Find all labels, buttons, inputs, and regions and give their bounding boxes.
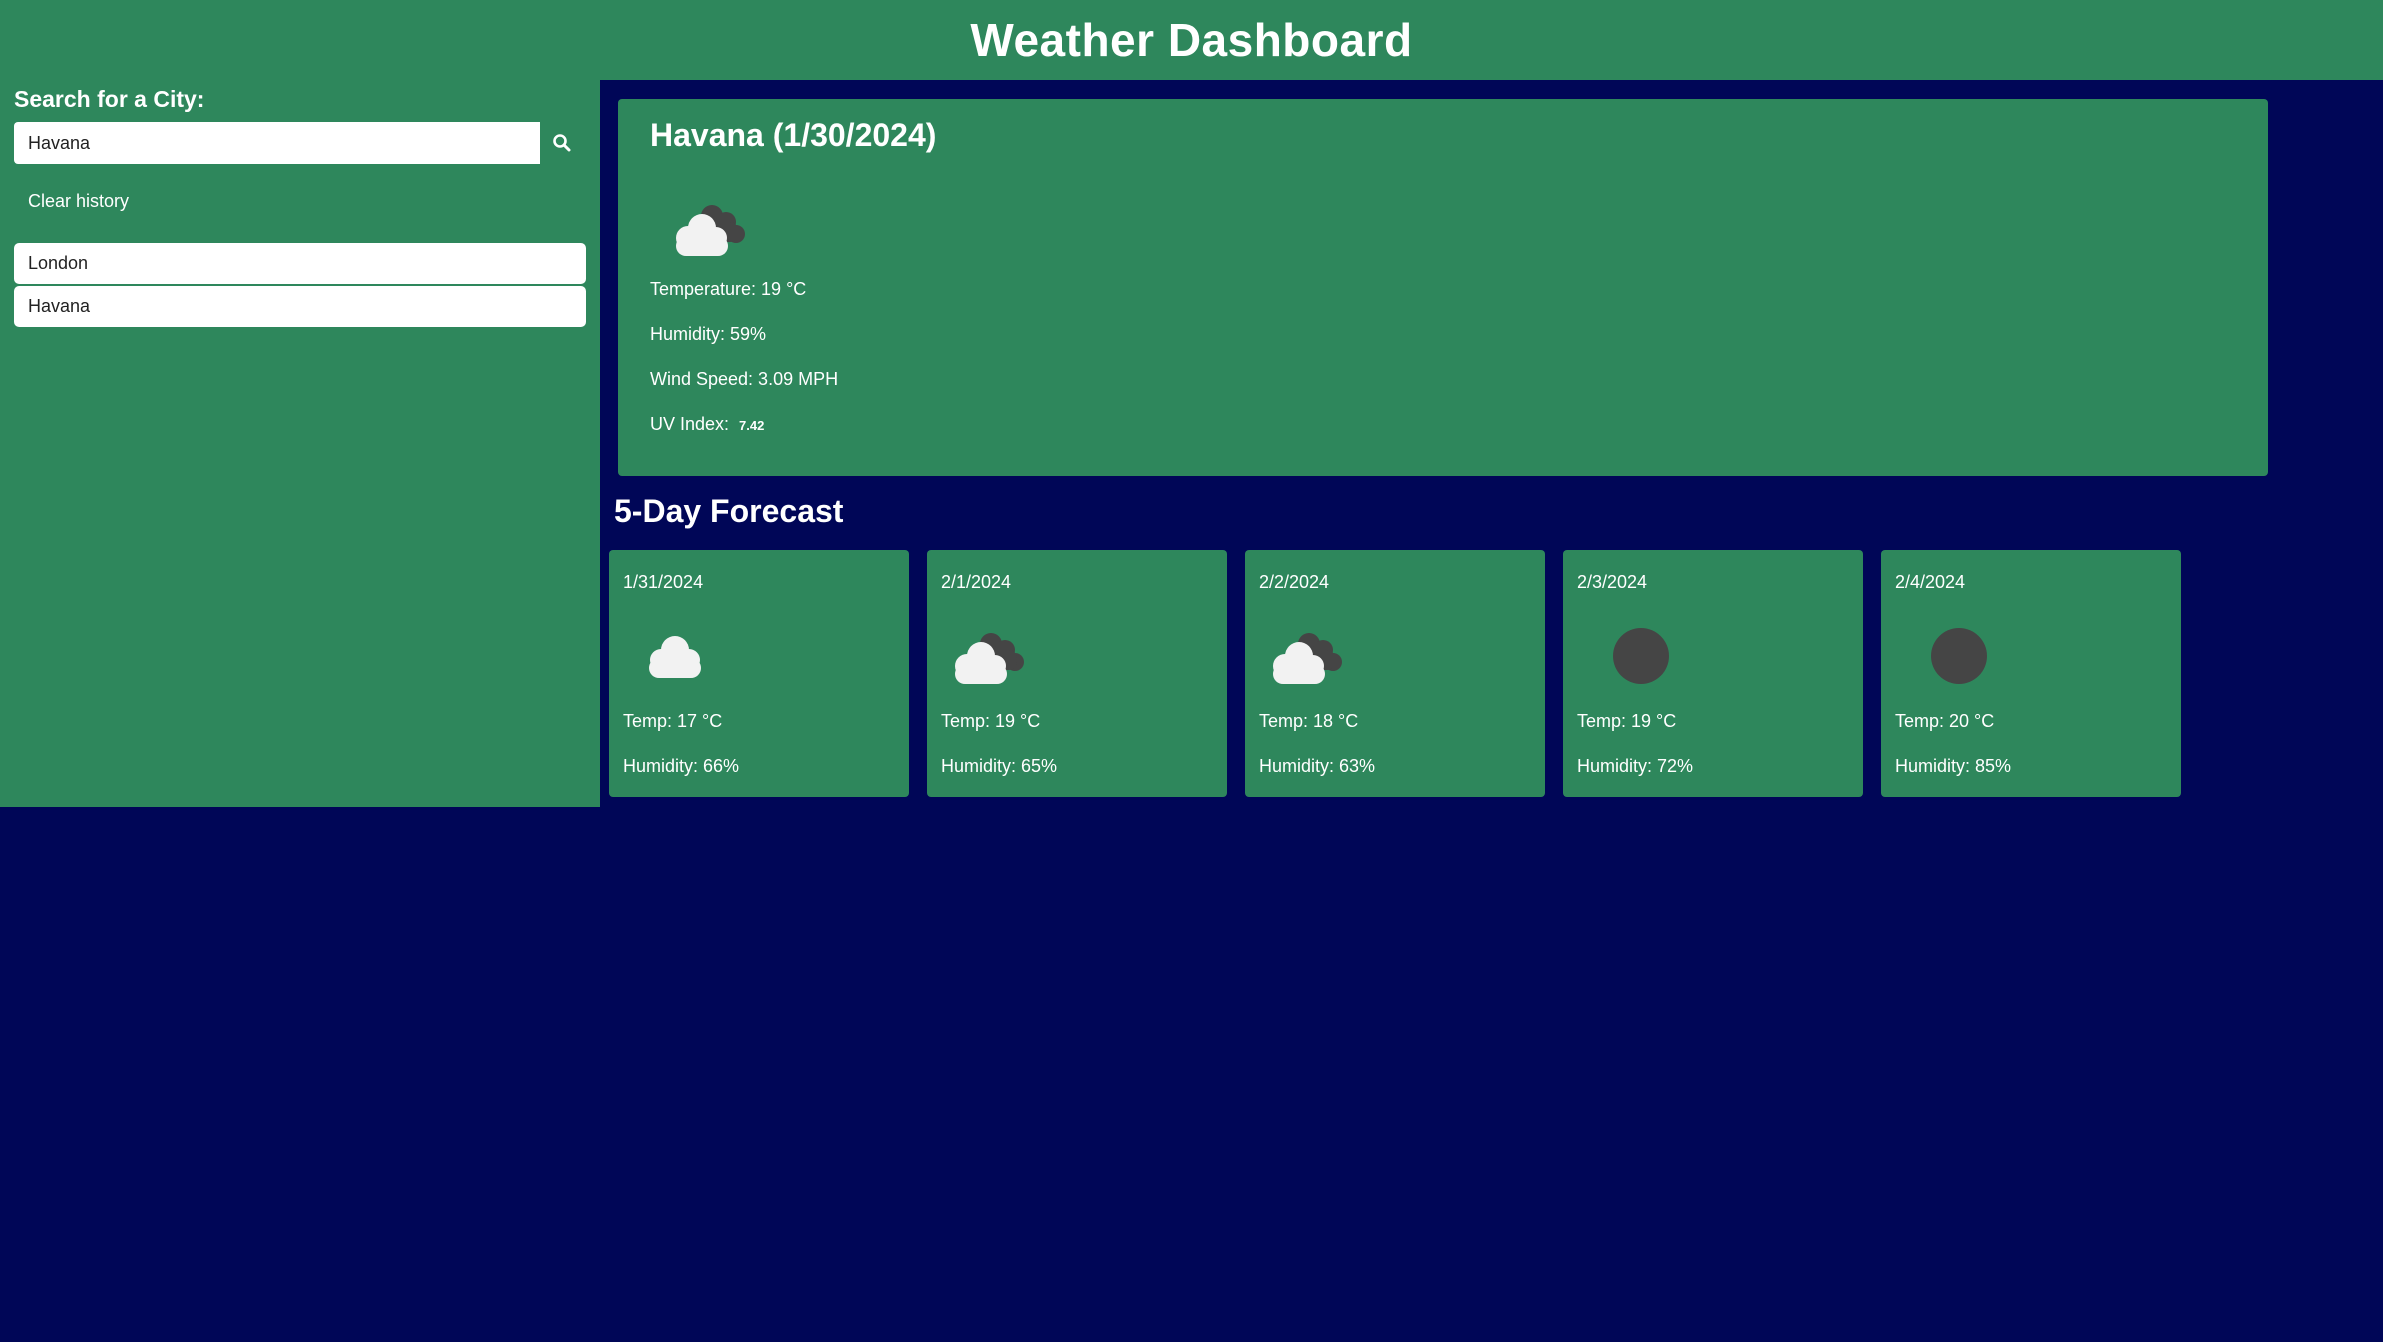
cloud-icon — [649, 636, 701, 678]
uv-index-value: 7.42 — [739, 418, 765, 433]
history-item-london[interactable]: London — [14, 243, 586, 284]
search-input[interactable] — [14, 122, 540, 164]
page-title: Weather Dashboard — [970, 14, 1413, 66]
current-weather-card: Havana (1/30/2024) Temperature: 19 °C Hu… — [618, 99, 2268, 476]
clear-history-button[interactable]: Clear history — [14, 180, 143, 222]
forecast-card: 2/4/2024 Temp: 20 °C Humidity: 85% — [1881, 550, 2181, 797]
uv-index-label: UV Index: — [650, 414, 730, 434]
sidebar: Search for a City: Clear history London … — [0, 80, 600, 807]
current-wind-speed: Wind Speed: 3.09 MPH — [650, 369, 839, 389]
forecast-humidity: Humidity: 72% — [1577, 756, 1694, 776]
forecast-title: 5-Day Forecast — [614, 493, 844, 529]
forecast-date: 2/1/2024 — [941, 572, 1012, 592]
forecast-date: 2/3/2024 — [1577, 572, 1648, 592]
forecast-temp: Temp: 18 °C — [1259, 711, 1359, 731]
current-temperature: Temperature: 19 °C — [650, 279, 807, 299]
broken-clouds-icon — [1273, 633, 1342, 684]
history-item-havana[interactable]: Havana — [14, 286, 586, 327]
app-header: Weather Dashboard — [0, 0, 2383, 80]
forecast-card: 2/2/2024 Temp: 18 °C Humidity: 63% — [1245, 550, 1545, 797]
search-history-list: London Havana — [14, 243, 586, 329]
forecast-card: 2/3/2024 Temp: 19 °C Humidity: 72% — [1563, 550, 1863, 797]
forecast-date: 1/31/2024 — [623, 572, 704, 592]
search-label: Search for a City: — [14, 86, 205, 112]
forecast-card: 2/1/2024 Temp: 19 °C Humidity: 65% — [927, 550, 1227, 797]
current-uv-index: UV Index: 7.42 — [650, 414, 764, 435]
broken-clouds-icon — [955, 633, 1024, 684]
forecast-temp: Temp: 20 °C — [1895, 711, 1995, 731]
overcast-icon — [1613, 628, 1669, 684]
overcast-icon — [1931, 628, 1987, 684]
search-form — [14, 122, 584, 164]
broken-clouds-icon — [676, 205, 745, 256]
forecast-humidity: Humidity: 66% — [623, 756, 740, 776]
forecast-humidity: Humidity: 65% — [941, 756, 1058, 776]
forecast-date: 2/4/2024 — [1895, 572, 1966, 592]
forecast-humidity: Humidity: 85% — [1895, 756, 2012, 776]
forecast-temp: Temp: 19 °C — [1577, 711, 1677, 731]
forecast-humidity: Humidity: 63% — [1259, 756, 1376, 776]
forecast-temp: Temp: 19 °C — [941, 711, 1041, 731]
current-city-title: Havana (1/30/2024) — [650, 117, 937, 153]
forecast-card: 1/31/2024 Temp: 17 °C Humidity: 66% — [609, 550, 909, 797]
search-icon — [553, 134, 571, 152]
forecast-date: 2/2/2024 — [1259, 572, 1330, 592]
forecast-temp: Temp: 17 °C — [623, 711, 723, 731]
current-humidity: Humidity: 59% — [650, 324, 767, 344]
search-button[interactable] — [540, 122, 584, 164]
